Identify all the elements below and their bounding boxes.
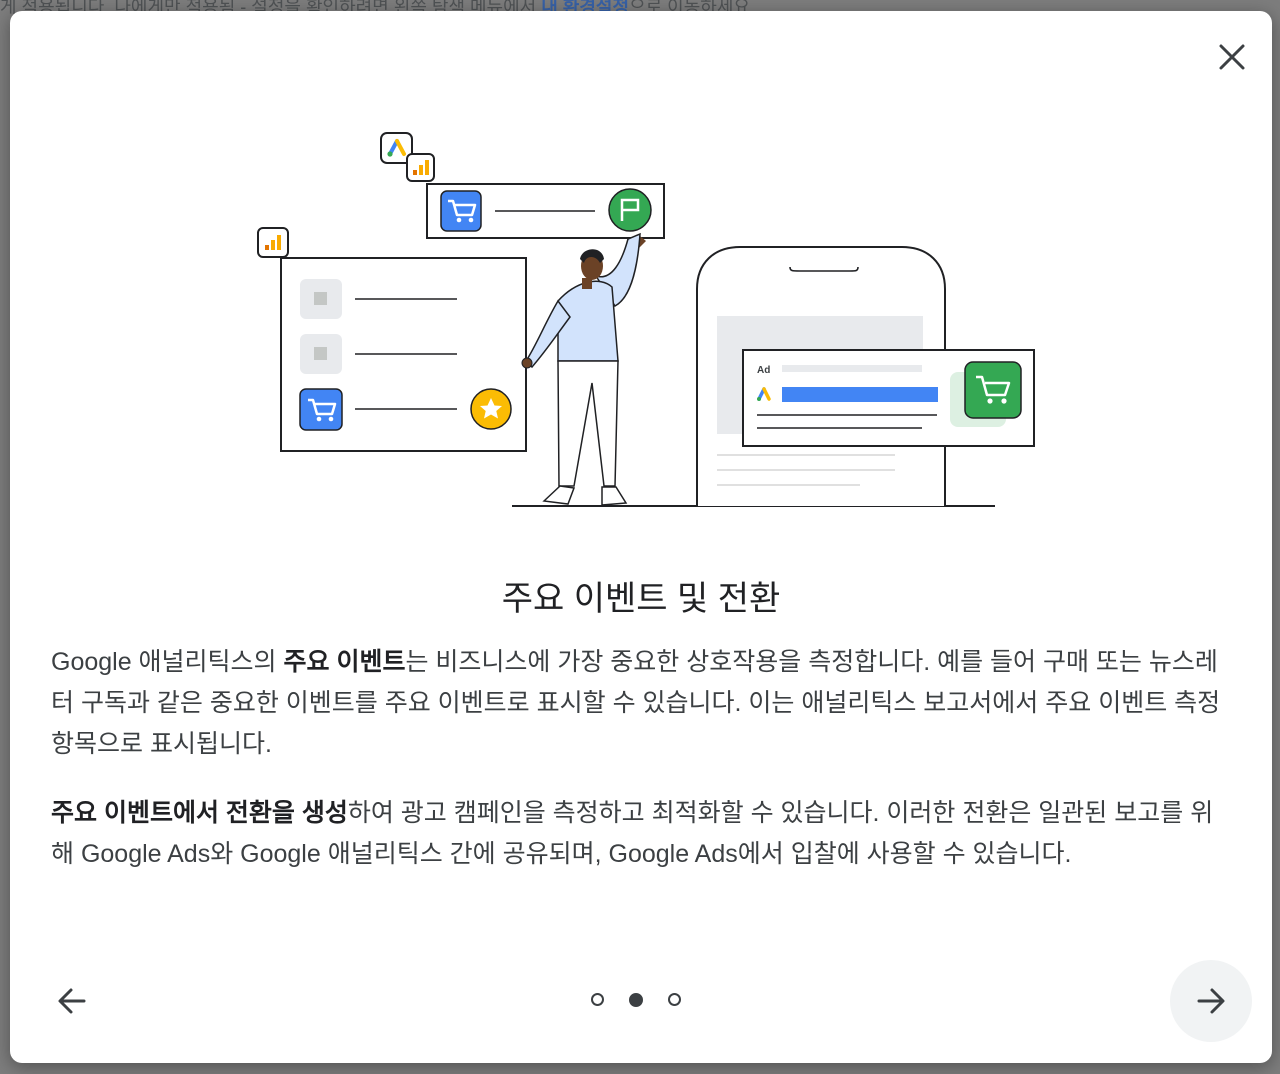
- event-card-top: [426, 183, 665, 239]
- ad-card: Ad: [742, 349, 1035, 447]
- p1-text-start: Google 애널리틱스의: [51, 648, 284, 676]
- cart-icon: [440, 190, 482, 232]
- page-dot-2[interactable]: [629, 993, 643, 1007]
- description-paragraph-1: Google 애널리틱스의 주요 이벤트는 비즈니스에 가장 중요한 상호작용을…: [51, 642, 1231, 765]
- close-icon: [1219, 44, 1245, 70]
- person-figure: [521, 232, 646, 506]
- p1-bold-term: 주요 이벤트: [283, 648, 406, 676]
- description-paragraph-2: 주요 이벤트에서 전환을 생성하여 광고 캠페인을 측정하고 최적화할 수 있습…: [51, 793, 1231, 875]
- cart-icon: [964, 361, 1022, 419]
- next-button[interactable]: [1170, 960, 1252, 1042]
- ad-label: Ad: [757, 365, 770, 376]
- arrow-left-icon: [58, 988, 86, 1014]
- onboarding-dialog: Ad 주요 이벤트 및 전환 Google 애널리틱스의 주요 이벤트는 비즈니…: [10, 11, 1272, 1063]
- illustration: Ad: [257, 132, 1035, 507]
- p2-bold-term: 주요 이벤트에서 전환을 생성: [51, 799, 348, 827]
- page-indicator: [591, 993, 681, 1009]
- close-button[interactable]: [1206, 31, 1258, 83]
- star-icon: [470, 388, 512, 430]
- cart-icon: [299, 388, 343, 431]
- arrow-right-icon: [1197, 988, 1225, 1014]
- page-dot-1[interactable]: [591, 993, 604, 1006]
- analytics-icon: [257, 227, 289, 258]
- event-list-card: [280, 257, 527, 452]
- dialog-title: 주요 이벤트 및 전환: [501, 580, 781, 618]
- analytics-icon: [406, 153, 435, 182]
- previous-button[interactable]: [44, 973, 100, 1029]
- page-dot-3[interactable]: [668, 993, 681, 1006]
- flag-icon: [608, 188, 652, 232]
